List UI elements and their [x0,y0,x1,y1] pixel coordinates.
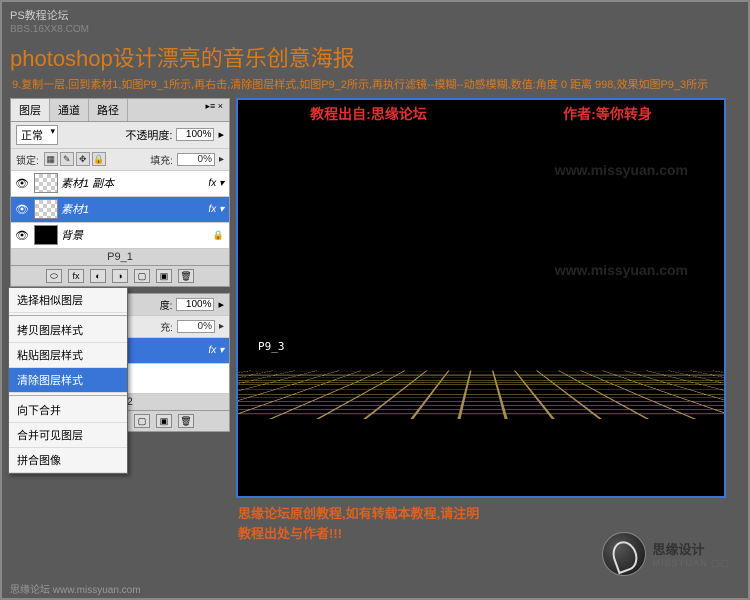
logo-icon [602,532,646,576]
lock-all-icon[interactable]: 🔒 [92,152,106,166]
opacity-label: 不透明度: [125,127,172,143]
trash-icon[interactable]: 🗑 [178,269,194,283]
lock-transparent-icon[interactable]: ▦ [44,152,58,166]
visibility-icon[interactable]: 👁 [13,229,31,242]
logo: 思缘设计 MISSYUAN ▢▢ [602,532,730,576]
tab-channels[interactable]: 通道 [50,99,89,121]
lock-paint-icon[interactable]: ✎ [60,152,74,166]
folder-icon[interactable]: ▢ [134,269,150,283]
lock-icons: ▦✎✥🔒 [43,152,107,166]
layer-row[interactable]: 👁背景🔒 [11,223,229,249]
credit-source: 教程出自:思缘论坛 [310,104,427,124]
ctx-item[interactable]: 拷贝图层样式 [9,318,127,343]
canvas-preview: 教程出自:思缘论坛 作者:等你转身 P9_3 [236,98,726,498]
tab-paths[interactable]: 路径 [89,99,128,121]
folder-icon[interactable]: ▢ [134,414,150,428]
layer-row[interactable]: 👁素材1fx ▾ [11,197,229,223]
mask-icon[interactable]: ◐ [90,269,106,283]
new-layer-icon[interactable]: ▣ [156,269,172,283]
ctx-item[interactable]: 合并可见图层 [9,423,127,448]
fx-badge[interactable]: fx ▾ [208,345,224,356]
forum-label: PS教程论坛 [10,6,740,24]
bbs-url: BBS.16XX8.COM [10,24,740,35]
new-layer-icon[interactable]: ▣ [156,414,172,428]
link-icon[interactable]: ⬭ [46,269,62,283]
opacity-input[interactable]: 100% [176,128,214,141]
layer-thumb [34,225,58,245]
visibility-icon[interactable]: 👁 [13,203,31,216]
panel-tabs: 图层 通道 路径 ▸≡ × [11,99,229,122]
layer-thumb [34,199,58,219]
fx-badge[interactable]: fx ▾ [208,178,224,189]
ctx-item[interactable]: 选择相似图层 [9,288,127,313]
layer-thumb [34,173,58,193]
perspective-grid [238,376,724,496]
tab-layers[interactable]: 图层 [11,99,50,121]
fill-label: 填充: [150,152,173,167]
fx-badge[interactable]: fx ▾ [208,204,224,215]
page-title: photoshop设计漂亮的音乐创意海报 [10,41,748,73]
layers-list: 👁素材1 副本fx ▾👁素材1fx ▾👁背景🔒 [11,171,229,249]
lock-move-icon[interactable]: ✥ [76,152,90,166]
footer-text: 思缘论坛 www.missyuan.com [10,581,141,596]
fill-input[interactable]: 0% [177,153,215,166]
adjust-icon[interactable]: ◑ [112,269,128,283]
context-menu: 选择相似图层拷贝图层样式粘贴图层样式清除图层样式向下合并合并可见图层拼合图像 [8,287,128,474]
visibility-icon[interactable]: 👁 [13,177,31,190]
ctx-item[interactable]: 粘贴图层样式 [9,343,127,368]
figure-label-1: P9_1 [11,249,229,265]
fx-icon[interactable]: fx [68,269,84,283]
step-text: 9.复制一层,回到素材1,如图P9_1所示,再右击,清除图层样式,如图P9_2所… [2,77,748,94]
opacity-input-2[interactable]: 100% [176,298,214,311]
layers-panel-1: 图层 通道 路径 ▸≡ × 正常 不透明度: 100%▸ 锁定: ▦✎✥🔒 填充… [10,98,230,287]
blend-mode-select[interactable]: 正常 [16,125,58,145]
trash-icon[interactable]: 🗑 [178,414,194,428]
ctx-item[interactable]: 清除图层样式 [9,368,127,393]
panel-footer: ⬭ fx ◐ ◑ ▢ ▣ 🗑 [11,265,229,286]
fill-input-2[interactable]: 0% [177,320,215,333]
credit-author: 作者:等你转身 [563,104,652,124]
panel-menu-icon[interactable]: ▸≡ × [199,99,229,121]
ctx-item[interactable]: 向下合并 [9,398,127,423]
ctx-item[interactable]: 拼合图像 [9,448,127,473]
lock-label: 锁定: [16,152,39,167]
layer-row[interactable]: 👁素材1 副本fx ▾ [11,171,229,197]
lock-icon: 🔒 [213,230,224,241]
canvas-label: P9_3 [258,340,285,353]
